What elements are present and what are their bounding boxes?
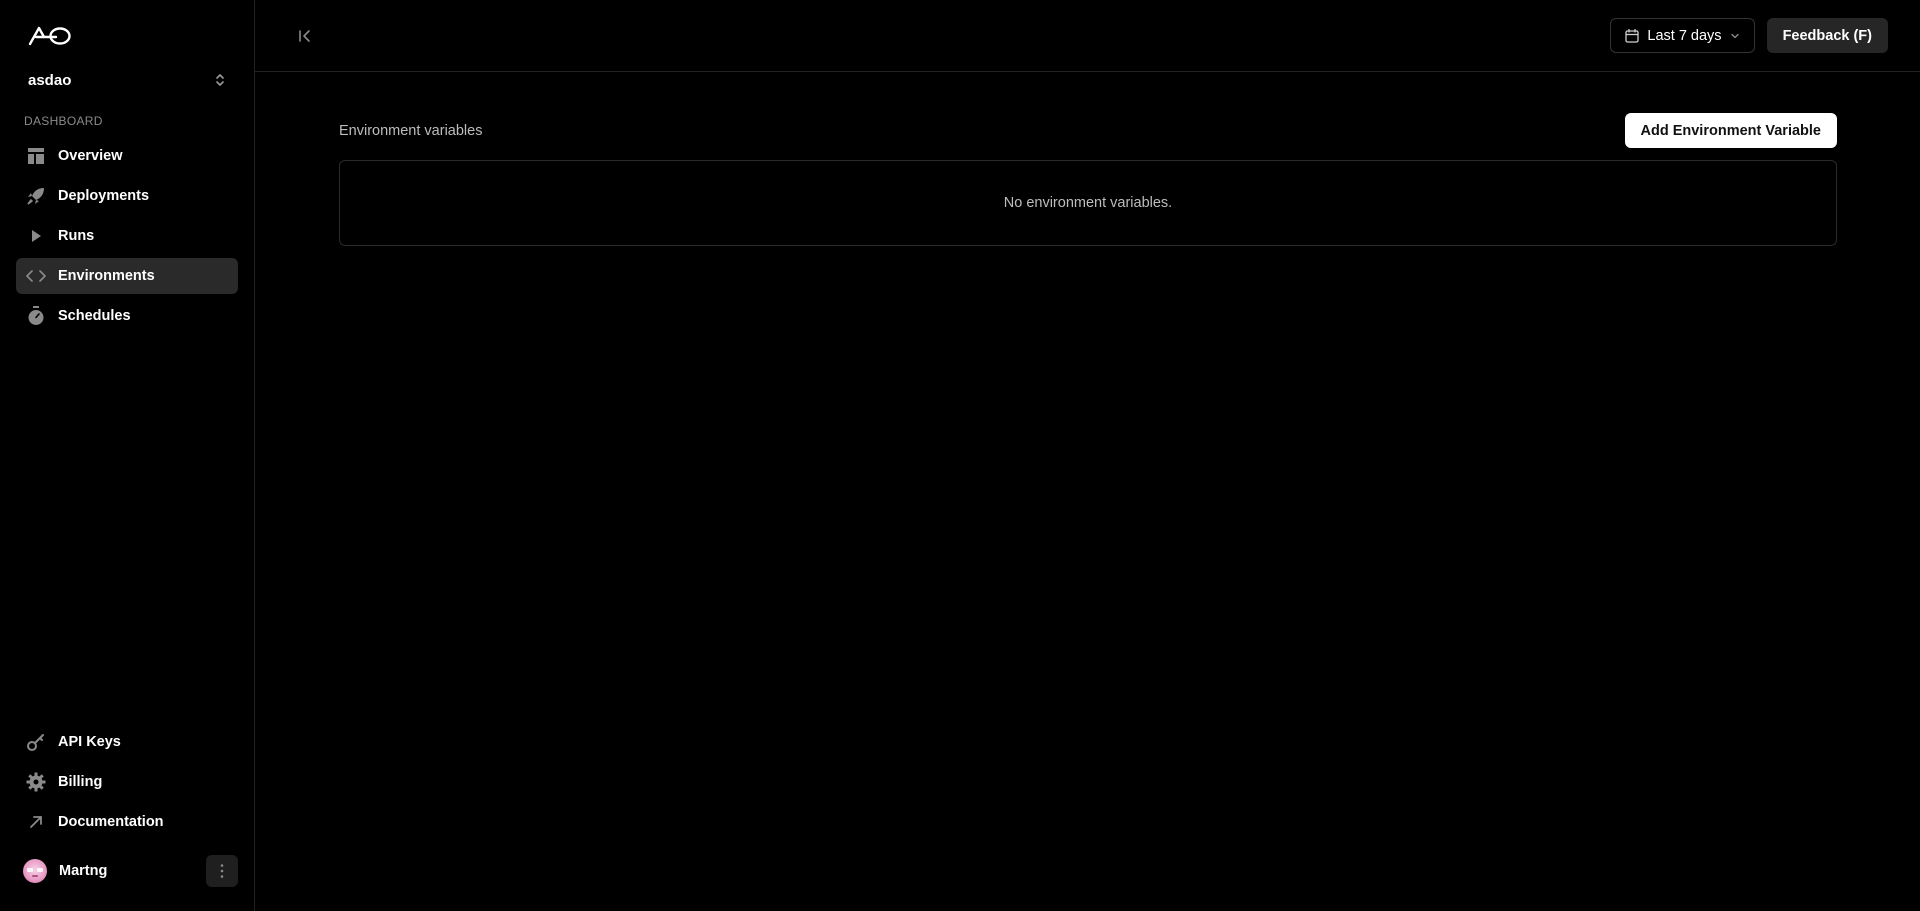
collapse-sidebar-button[interactable] xyxy=(293,24,317,48)
external-arrow-icon xyxy=(26,812,46,832)
sidebar-item-api-keys[interactable]: API Keys xyxy=(16,724,238,760)
logo[interactable] xyxy=(28,22,238,50)
user-name: Martng xyxy=(59,863,108,879)
section-header: Environment variables Add Environment Va… xyxy=(339,113,1837,148)
sidebar-item-label: Deployments xyxy=(58,188,150,204)
layout-icon xyxy=(26,146,46,166)
sidebar-item-label: Environments xyxy=(58,268,155,284)
feedback-button[interactable]: Feedback (F) xyxy=(1766,18,1888,53)
logo-icon xyxy=(28,26,71,46)
main-area: Last 7 days Feedback (F) Environment var… xyxy=(255,0,1920,911)
topbar-actions: Last 7 days Feedback (F) xyxy=(1610,18,1888,53)
timer-icon xyxy=(26,306,46,326)
sidebar-item-label: Runs xyxy=(58,228,95,244)
sidebar-bottom-nav: API Keys Billing Documentation xyxy=(16,724,238,840)
gear-icon xyxy=(26,772,46,792)
sidebar-item-label: API Keys xyxy=(58,734,121,750)
empty-state-text: No environment variables. xyxy=(1003,195,1173,211)
play-icon xyxy=(26,226,46,246)
sidebar-item-deployments[interactable]: Deployments xyxy=(16,178,238,214)
sidebar-item-documentation[interactable]: Documentation xyxy=(16,804,238,840)
topbar: Last 7 days Feedback (F) xyxy=(255,0,1920,72)
sidebar-item-schedules[interactable]: Schedules xyxy=(16,298,238,334)
date-range-selector[interactable]: Last 7 days xyxy=(1610,18,1755,53)
user-profile[interactable]: Martng xyxy=(23,859,107,883)
sidebar-item-label: Schedules xyxy=(58,308,131,324)
date-range-label: Last 7 days xyxy=(1647,27,1722,44)
more-vertical-icon xyxy=(220,864,224,878)
environment-variables-section: Environment variables Add Environment Va… xyxy=(339,113,1837,246)
add-environment-variable-button[interactable]: Add Environment Variable xyxy=(1624,113,1837,148)
user-menu: Martng xyxy=(16,855,238,887)
section-label-dashboard: DASHBOARD xyxy=(24,114,103,128)
page-title: Environment variables xyxy=(339,122,483,139)
environment-variables-list: No environment variables. xyxy=(339,160,1837,246)
chevron-down-icon xyxy=(1730,33,1739,38)
sidebar: asdao DASHBOARD Overview Deployments Run… xyxy=(0,0,255,911)
user-more-button[interactable] xyxy=(206,855,238,887)
avatar xyxy=(23,859,47,883)
app-root: asdao DASHBOARD Overview Deployments Run… xyxy=(0,0,1920,911)
sidebar-nav: Overview Deployments Runs Environments S… xyxy=(16,138,238,334)
sidebar-item-runs[interactable]: Runs xyxy=(16,218,238,254)
sidebar-item-label: Overview xyxy=(58,148,123,164)
project-name: asdao xyxy=(28,71,72,89)
sidebar-item-overview[interactable]: Overview xyxy=(16,138,238,174)
code-icon xyxy=(26,266,46,286)
key-icon xyxy=(26,732,46,752)
sidebar-item-label: Documentation xyxy=(58,814,164,830)
sidebar-item-label: Billing xyxy=(58,774,103,790)
rocket-icon xyxy=(26,186,46,206)
collapse-left-icon xyxy=(299,29,310,42)
sidebar-item-environments[interactable]: Environments xyxy=(16,258,238,294)
project-switcher[interactable]: asdao xyxy=(16,64,238,96)
sidebar-item-billing[interactable]: Billing xyxy=(16,764,238,800)
calendar-icon xyxy=(1625,28,1640,43)
chevron-up-down-icon xyxy=(216,74,224,86)
